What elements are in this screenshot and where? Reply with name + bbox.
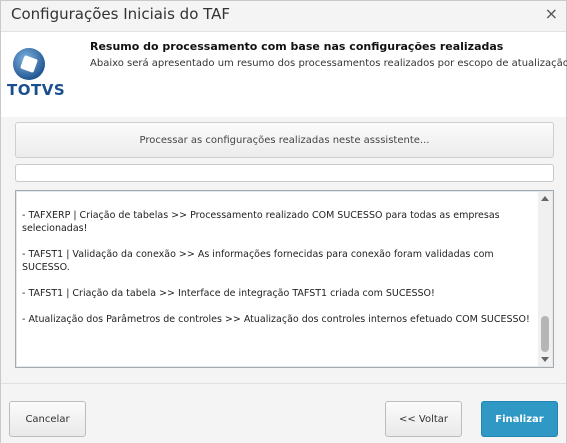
back-button[interactable]: << Voltar xyxy=(385,401,462,437)
wizard-header: TOTVS Resumo do processamento com base n… xyxy=(1,31,567,118)
log-line: - Atualização dos Parâmetros de controle… xyxy=(22,314,530,325)
header-subtitle: Abaixo será apresentado um resumo dos pr… xyxy=(90,58,567,69)
header-title: Resumo do processamento com base nas con… xyxy=(90,40,504,53)
title-bar: Configurações Iniciais do TAF × xyxy=(1,1,566,31)
progress-bar xyxy=(15,164,554,182)
cancel-button[interactable]: Cancelar xyxy=(9,401,86,437)
log-line: - TAFST1 | Criação da tabela >> Interfac… xyxy=(22,288,435,299)
finish-button[interactable]: Finalizar xyxy=(481,401,558,437)
scroll-up-icon[interactable] xyxy=(541,196,549,201)
log-line: - TAFST1 | Validação da conexão >> As in… xyxy=(22,249,494,273)
scrollbar[interactable] xyxy=(538,192,552,366)
log-textarea[interactable]: - TAFXERP | Criação de tabelas >> Proces… xyxy=(15,190,554,368)
window-title: Configurações Iniciais do TAF xyxy=(11,5,231,23)
process-button[interactable]: Processar as configurações realizadas ne… xyxy=(15,122,554,158)
footer: Cancelar << Voltar Finalizar xyxy=(1,383,566,443)
logo-text: TOTVS xyxy=(7,81,66,99)
scrollbar-thumb[interactable] xyxy=(541,316,549,352)
scroll-down-icon[interactable] xyxy=(541,357,549,362)
log-text: - TAFXERP | Criação de tabelas >> Proces… xyxy=(22,209,530,339)
close-icon[interactable]: × xyxy=(545,4,558,23)
dialog-window: Configurações Iniciais do TAF × TOTVS Re… xyxy=(0,0,567,443)
log-line: - TAFXERP | Criação de tabelas >> Proces… xyxy=(22,210,500,234)
content-area: Processar as configurações realizadas ne… xyxy=(1,117,566,382)
